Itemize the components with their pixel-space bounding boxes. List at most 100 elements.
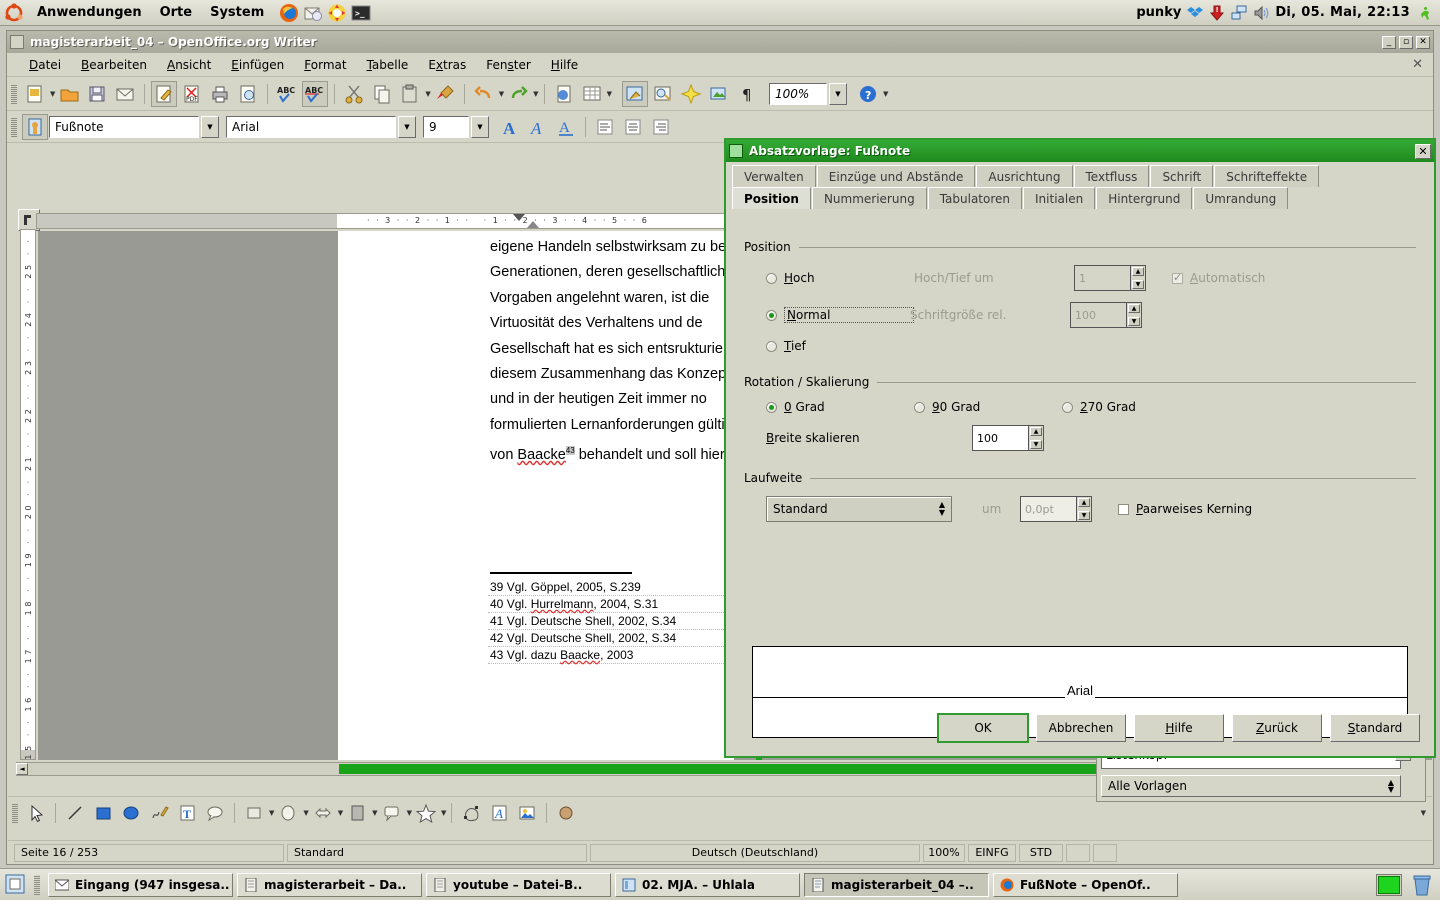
- bold-icon[interactable]: A: [497, 114, 523, 140]
- tab-schrift[interactable]: Schrift: [1150, 165, 1213, 187]
- autospellcheck-icon[interactable]: ABC: [302, 81, 328, 107]
- callout-shapes-dropdown-icon[interactable]: ▼: [407, 809, 412, 817]
- undo-icon[interactable]: [471, 81, 497, 107]
- menu-tabelle[interactable]: Tabelle: [357, 56, 419, 74]
- panel-clock[interactable]: Di, 05. Mai, 22:13: [1275, 5, 1410, 20]
- scale-width-spin-arrows[interactable]: ▲▼: [1028, 425, 1044, 451]
- drawbar-overflow-icon[interactable]: ▼: [1421, 809, 1426, 817]
- taskbar-item-audio[interactable]: 02. MJA. – Uhlala: [615, 873, 800, 897]
- scale-width-spinner[interactable]: 100 ▲▼: [972, 425, 1044, 451]
- select-icon[interactable]: [23, 800, 49, 826]
- redo-icon[interactable]: [505, 81, 531, 107]
- block-arrows-icon[interactable]: [310, 800, 336, 826]
- tab-schrifteffekte[interactable]: Schrifteffekte: [1214, 165, 1319, 187]
- taskbar-item-mail[interactable]: Eingang (947 insgesa..: [48, 873, 233, 897]
- new-document-icon[interactable]: [22, 81, 48, 107]
- font-size-value[interactable]: 9: [423, 116, 469, 138]
- stars-icon[interactable]: [413, 800, 439, 826]
- freeform-line-icon[interactable]: [146, 800, 172, 826]
- formatbar-grip[interactable]: [11, 117, 17, 137]
- body-text[interactable]: eigene Handeln selbstwirksam zu be Gener…: [488, 235, 748, 468]
- tab-einzuege-und-abstaende[interactable]: Einzüge und Abstände: [817, 165, 976, 187]
- dropbox-icon[interactable]: [1187, 5, 1203, 21]
- tab-ausrichtung[interactable]: Ausrichtung: [976, 165, 1072, 187]
- spacing-mode-select[interactable]: Standard ▲▼: [766, 496, 952, 522]
- taskbar-item-magisterarbeit-da[interactable]: magisterarbeit – Da..: [237, 873, 422, 897]
- runner-icon[interactable]: [1416, 5, 1432, 21]
- radio-normal[interactable]: [766, 310, 777, 321]
- font-name-combo[interactable]: Arial ▼: [226, 116, 416, 138]
- status-signature[interactable]: [1093, 844, 1117, 862]
- special-character-icon[interactable]: [678, 81, 704, 107]
- gallery-icon[interactable]: [622, 81, 648, 107]
- terminal-icon[interactable]: >_: [351, 3, 371, 23]
- copy-icon[interactable]: [369, 81, 395, 107]
- status-insert-mode[interactable]: EINFG: [968, 844, 1016, 862]
- cut-icon[interactable]: [341, 81, 367, 107]
- taskbar-item-firefox[interactable]: FußNote – OpenOf..: [993, 873, 1178, 897]
- indent-marker-top[interactable]: [513, 214, 525, 221]
- italic-icon[interactable]: A: [525, 114, 551, 140]
- zoom-dropdown-icon[interactable]: ▼: [829, 83, 847, 105]
- status-zoom[interactable]: 100%: [923, 844, 965, 862]
- window-titlebar[interactable]: magisterarbeit_04 – OpenOffice.org Write…: [7, 31, 1433, 53]
- tab-verwalten[interactable]: Verwalten: [732, 165, 816, 187]
- spin-up-icon[interactable]: ▲: [1030, 427, 1042, 436]
- toolbar-grip[interactable]: [11, 84, 17, 104]
- table-dropdown-icon[interactable]: ▼: [607, 90, 612, 98]
- dialog-menu-icon[interactable]: [729, 144, 743, 158]
- show-desktop-icon[interactable]: [4, 873, 28, 897]
- help-icon[interactable]: ?: [855, 81, 881, 107]
- status-modified[interactable]: [1066, 844, 1090, 862]
- font-size-dropdown-icon[interactable]: ▼: [471, 116, 489, 138]
- align-right-icon[interactable]: [648, 114, 674, 140]
- clone-formatting-icon[interactable]: [432, 81, 458, 107]
- update-manager-icon[interactable]: !: [1209, 5, 1225, 21]
- extrusion-icon[interactable]: [553, 800, 579, 826]
- tab-textfluss[interactable]: Textfluss: [1074, 165, 1150, 187]
- graphics-icon[interactable]: [706, 81, 732, 107]
- status-page[interactable]: Seite 16 / 253: [14, 844, 284, 862]
- zoom-combo[interactable]: 100% ▼: [769, 83, 847, 105]
- from-file-icon[interactable]: [514, 800, 540, 826]
- block-arrows-dropdown-icon[interactable]: ▼: [338, 809, 343, 817]
- cancel-button[interactable]: Abbrechen: [1036, 714, 1126, 742]
- radio-270-grad[interactable]: [1062, 402, 1073, 413]
- taskbar-item-youtube[interactable]: youtube – Datei-B..: [426, 873, 611, 897]
- panel-menu-orte[interactable]: Orte: [151, 1, 202, 25]
- tab-nummerierung[interactable]: Nummerierung: [812, 187, 927, 209]
- ok-button[interactable]: OK: [938, 714, 1028, 742]
- basic-shapes-dropdown-icon[interactable]: ▼: [269, 809, 274, 817]
- firefox-icon[interactable]: [279, 3, 299, 23]
- styles-filter-combo[interactable]: Alle Vorlagen ▲▼: [1101, 775, 1401, 797]
- taskbar-item-writer-current[interactable]: magisterarbeit_04 –..: [804, 873, 989, 897]
- export-pdf-icon[interactable]: PDF: [179, 81, 205, 107]
- menu-bearbeiten[interactable]: Bearbeiten: [71, 56, 157, 74]
- apply-style-icon[interactable]: [22, 114, 48, 140]
- align-center-icon[interactable]: [620, 114, 646, 140]
- menu-ansicht[interactable]: Ansicht: [157, 56, 221, 74]
- formatting-marks-icon[interactable]: ¶: [734, 81, 760, 107]
- scale-width-value[interactable]: 100: [972, 425, 1028, 451]
- text-icon[interactable]: T: [174, 800, 200, 826]
- points-icon[interactable]: [458, 800, 484, 826]
- align-left-icon[interactable]: [592, 114, 618, 140]
- toolbar-overflow-icon[interactable]: ▼: [883, 90, 888, 98]
- volume-icon[interactable]: [1253, 5, 1269, 21]
- drawbar-grip[interactable]: [12, 803, 18, 823]
- print-preview-icon[interactable]: [235, 81, 261, 107]
- menu-format[interactable]: Format: [294, 56, 356, 74]
- paragraph-style-dropdown-icon[interactable]: ▼: [201, 116, 219, 138]
- flowchart-icon[interactable]: [344, 800, 370, 826]
- rectangle-icon[interactable]: [90, 800, 116, 826]
- paragraph-style-combo[interactable]: Fußnote ▼: [49, 116, 219, 138]
- tab-hintergrund[interactable]: Hintergrund: [1096, 187, 1192, 209]
- callout-shapes-icon[interactable]: [379, 800, 405, 826]
- line-icon[interactable]: [62, 800, 88, 826]
- paragraph-style-value[interactable]: Fußnote: [49, 116, 199, 138]
- paste-icon[interactable]: [397, 81, 423, 107]
- email-document-icon[interactable]: [112, 81, 138, 107]
- menu-fenster[interactable]: Fenster: [476, 56, 541, 74]
- panel-username[interactable]: punky: [1136, 5, 1181, 20]
- tab-initialen[interactable]: Initialen: [1023, 187, 1095, 209]
